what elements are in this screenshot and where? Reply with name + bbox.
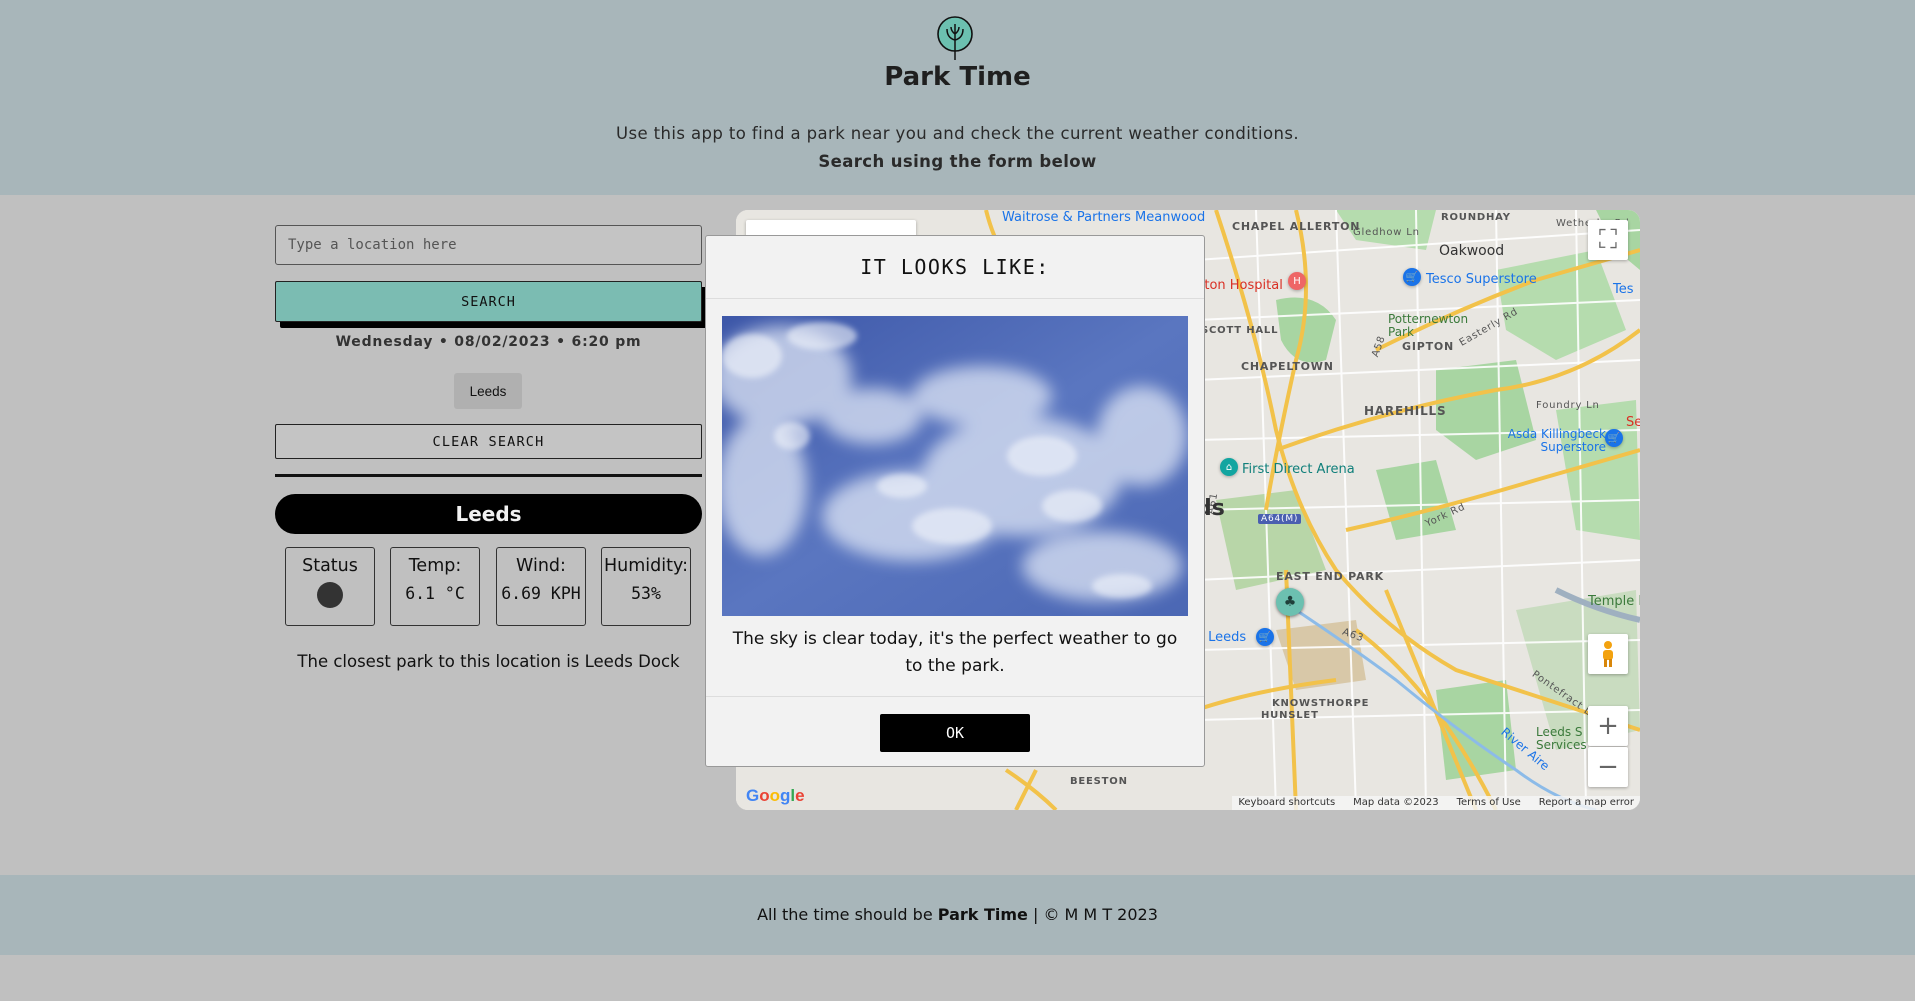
- footer-prefix: All the time should be: [757, 905, 938, 924]
- map-label-waitrose: Waitrose & Partners Meanwood: [1002, 210, 1206, 225]
- weather-city-name: Leeds: [275, 494, 702, 534]
- humidity-value: 53%: [631, 584, 661, 603]
- status-label: Status: [302, 556, 358, 576]
- map-label-a64m: A64(M): [1258, 514, 1302, 524]
- wind-card: Wind: 6.69 KPH: [496, 547, 586, 626]
- fullscreen-icon[interactable]: ⛶: [1588, 220, 1628, 260]
- wind-label: Wind:: [516, 556, 566, 576]
- street-view-pegman-icon[interactable]: [1588, 634, 1628, 674]
- app-title: Park Time: [884, 62, 1031, 92]
- map-label-oakwood: Oakwood: [1439, 243, 1505, 259]
- map-label-tes: Tes: [1613, 282, 1634, 297]
- zoom-out-button[interactable]: −: [1588, 747, 1628, 787]
- search-button[interactable]: SEARCH: [275, 281, 702, 322]
- weather-status-icon: [317, 582, 343, 608]
- terms-of-use-link[interactable]: Terms of Use: [1457, 797, 1521, 809]
- map-label-harehills: HAREHILLS: [1364, 404, 1447, 418]
- temperature-card: Temp: 6.1 °C: [390, 547, 480, 626]
- map-label-hunslet: HUNSLET: [1261, 710, 1319, 721]
- map-label-east-end-park: EAST END PARK: [1276, 570, 1384, 583]
- map-label-hospital: rton Hospital: [1199, 278, 1283, 293]
- modal-footer: OK: [706, 696, 1204, 768]
- temp-value: 6.1 °C: [405, 584, 465, 603]
- humidity-label: Humidity:: [604, 556, 688, 576]
- map-label-beeston: BEESTON: [1070, 776, 1128, 787]
- map-label-gledhow: Gledhow Ln: [1353, 227, 1420, 238]
- map-label-chapeltown: CHAPELTOWN: [1241, 360, 1334, 373]
- park-marker-icon[interactable]: ♣: [1276, 588, 1304, 616]
- map-label-scott-hall: SCOTT HALL: [1201, 325, 1279, 336]
- tree-logo-icon: [937, 16, 973, 60]
- map-data-text: Map data ©2023: [1353, 797, 1439, 808]
- report-map-error-link[interactable]: Report a map error: [1539, 797, 1634, 809]
- shop-marker-icon: 🛒: [1256, 628, 1274, 646]
- sky-image: [722, 316, 1188, 616]
- keyboard-shortcuts-link[interactable]: Keyboard shortcuts: [1238, 797, 1335, 809]
- map-label-chapel-allerton: CHAPEL ALLERTON: [1232, 220, 1361, 233]
- map-label-foundry: Foundry Ln: [1536, 400, 1600, 411]
- map-label-tesco: Tesco Superstore: [1426, 272, 1537, 287]
- weather-modal: IT LOOKS LIKE: The sky is clear today, i…: [705, 235, 1205, 767]
- google-logo: Google: [746, 786, 805, 805]
- wind-value: 6.69 KPH: [501, 584, 581, 603]
- search-history-item[interactable]: Leeds: [454, 373, 522, 409]
- asda-marker-icon: 🛒: [1605, 429, 1623, 447]
- map-label-se: Se: [1626, 415, 1640, 430]
- map-label-gipton: GIPTON: [1402, 340, 1455, 353]
- arena-marker-icon: ⌂: [1220, 458, 1238, 476]
- map-label-first-direct: First Direct Arena: [1242, 462, 1355, 477]
- temp-label: Temp:: [408, 556, 462, 576]
- map-label-asda: Asda Killingbeck Superstore: [1507, 427, 1606, 454]
- tesco-marker-icon: 🛒: [1403, 268, 1421, 286]
- map-label-knowsthorpe: KNOWSTHORPE: [1272, 698, 1370, 709]
- clear-search-button[interactable]: CLEAR SEARCH: [275, 424, 702, 459]
- current-date-time: Wednesday • 08/02/2023 • 6:20 pm: [335, 334, 642, 350]
- intro-text: Use this app to find a park near you and…: [0, 120, 1915, 176]
- modal-message: The sky is clear today, it's the perfect…: [732, 629, 1178, 676]
- page-header: Park Time Use this app to find a park ne…: [0, 0, 1915, 195]
- map-label-potternewton: Potternewton Park: [1388, 312, 1469, 339]
- map-label-roundhay: ROUNDHAY: [1441, 212, 1511, 223]
- footer-suffix: | © M M T 2023: [1027, 905, 1158, 924]
- intro-line-1: Use this app to find a park near you and…: [615, 124, 1300, 143]
- closest-park-text: The closest park to this location is Lee…: [297, 652, 680, 671]
- map-attribution-bar: Keyboard shortcuts Map data ©2023 Terms …: [1232, 796, 1640, 810]
- footer-brand: Park Time: [937, 905, 1028, 924]
- page-footer: All the time should be Park Time | © M M…: [0, 875, 1915, 955]
- status-card: Status: [285, 547, 375, 626]
- ok-button[interactable]: OK: [880, 714, 1030, 752]
- modal-title: IT LOOKS LIKE:: [706, 236, 1204, 299]
- location-search-input[interactable]: [275, 225, 702, 265]
- hospital-marker-icon: H: [1288, 272, 1306, 290]
- intro-line-2: Search using the form below: [818, 152, 1097, 171]
- section-divider: [275, 474, 702, 477]
- humidity-card: Humidity: 53%: [601, 547, 691, 626]
- zoom-in-button[interactable]: +: [1588, 706, 1628, 746]
- map-label-temple: Temple N: [1588, 594, 1640, 609]
